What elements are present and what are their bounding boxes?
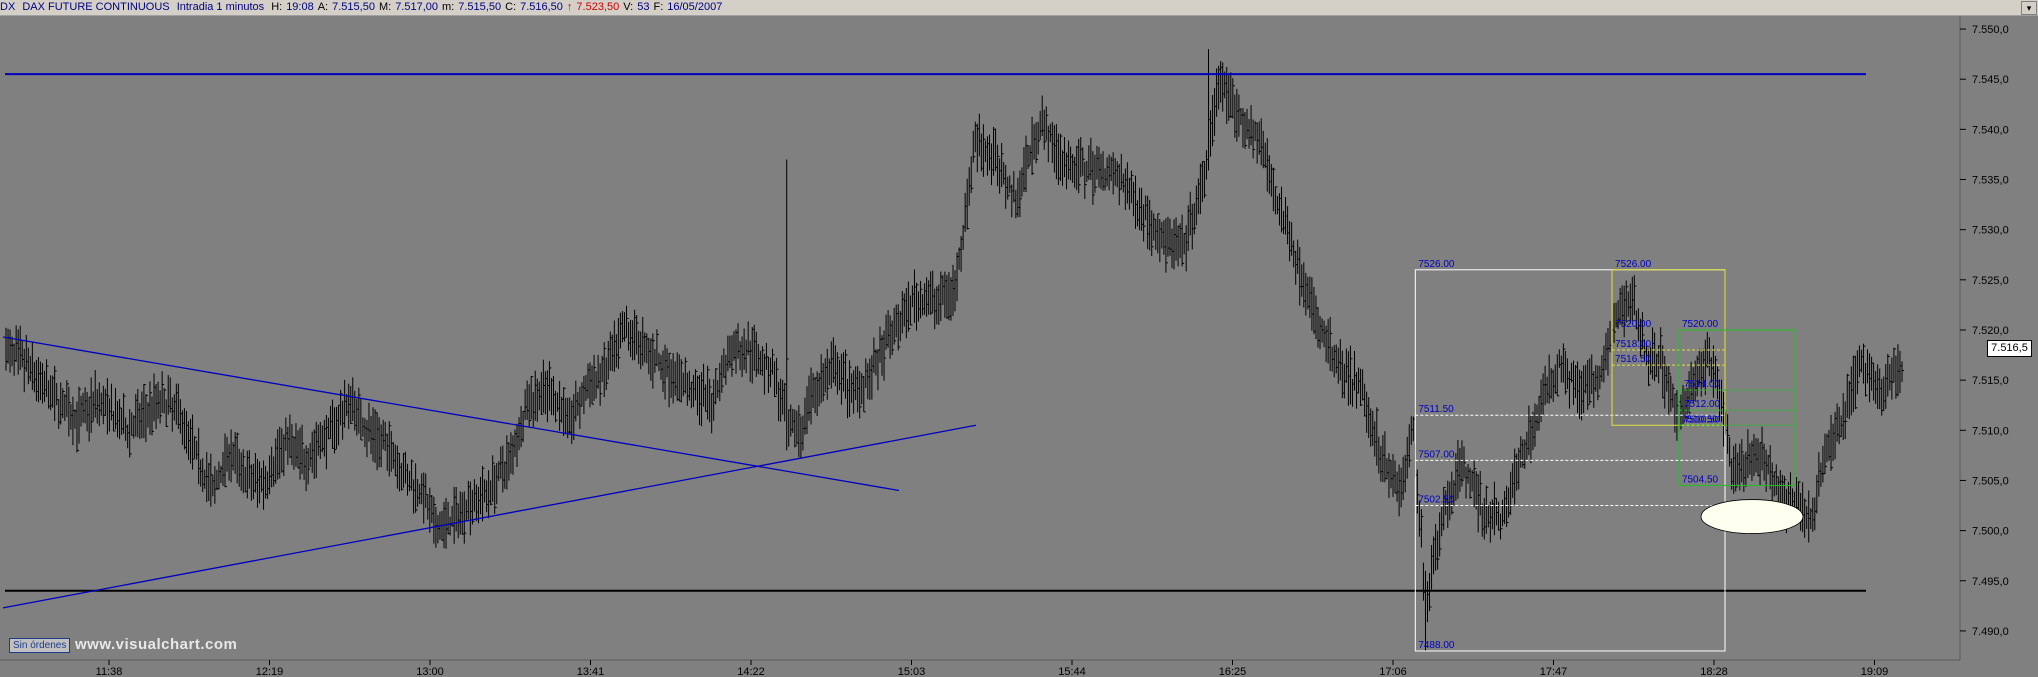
hdr-value: 19:08 — [286, 1, 314, 13]
y-tick-label: 7.505,0 — [1972, 475, 2009, 487]
y-tick-label: 7.495,0 — [1972, 576, 2009, 588]
hdr-value: 16/05/2007 — [667, 1, 723, 13]
hdr-change: 7.523,50 — [576, 1, 620, 13]
level-label: 7520.00 — [1682, 319, 1719, 330]
hdr-change: ↑ — [566, 1, 573, 13]
plot-background — [0, 15, 1960, 660]
x-tick-label: 13:41 — [577, 666, 605, 677]
level-label: 7507.00 — [1418, 449, 1455, 460]
chart-menu-button[interactable]: ▾ — [2021, 1, 2037, 15]
y-tick-label: 7.545,0 — [1972, 74, 2009, 86]
level-label: 7512.00 — [1684, 399, 1721, 410]
y-tick-label: 7.520,0 — [1972, 325, 2009, 337]
header-values: H: 19:08 A: 7.515,50 M: 7.517,00 m: 7.515,50 C: 7… — [271, 1, 726, 13]
y-tick-label: 7.510,0 — [1972, 425, 2009, 437]
hdr-key: F: — [653, 1, 664, 13]
y-tick-label: 7.540,0 — [1972, 124, 2009, 136]
y-tick-label: 7.500,0 — [1972, 526, 2009, 538]
x-tick-label: 18:28 — [1700, 666, 1728, 677]
hdr-value: 7.516,50 — [520, 1, 563, 13]
hdr-value: 7.515,50 — [332, 1, 375, 13]
hdr-key: M: — [378, 1, 392, 13]
y-tick-label: 7.490,0 — [1972, 626, 2009, 638]
y-tick-label: 7.550,0 — [1972, 24, 2009, 36]
price-axis-background — [1960, 15, 2038, 660]
y-tick-label: 7.530,0 — [1972, 225, 2009, 237]
hdr-value: 7.515,50 — [458, 1, 502, 13]
hdr-value: 53 — [637, 1, 650, 13]
instrument-name: DAX FUTURE CONTINUOUS — [22, 1, 170, 13]
hdr-key: V: — [623, 1, 634, 13]
y-tick-label: 7.515,0 — [1972, 375, 2009, 387]
current-price-tag: 7.516,5 — [1987, 340, 2032, 357]
level-label: 7488.00 — [1418, 640, 1455, 651]
x-tick-label: 17:06 — [1379, 666, 1407, 677]
highlight-ellipse — [1700, 499, 1804, 534]
hdr-key: A: — [317, 1, 329, 13]
x-tick-label: 15:03 — [898, 666, 926, 677]
level-label: 7510.50 — [1684, 414, 1721, 425]
level-label: 7514.00 — [1684, 379, 1721, 390]
time-axis-background — [0, 660, 2038, 677]
level-label: 7511.50 — [1418, 404, 1454, 415]
symbol-code: DX — [0, 1, 16, 13]
hdr-key: H: — [271, 1, 283, 13]
level-label: 7520.00 — [1615, 319, 1652, 330]
level-label: 7502.50 — [1418, 495, 1455, 506]
level-label: 7516.50 — [1615, 354, 1652, 365]
level-label: 7518.00 — [1615, 339, 1652, 350]
hdr-key: C: — [505, 1, 517, 13]
y-tick-label: 7.535,0 — [1972, 175, 2009, 187]
level-label: 7526.00 — [1418, 259, 1455, 270]
hdr-value: 7.517,00 — [395, 1, 439, 13]
chart-header: DX DAX FUTURE CONTINUOUS Intradia 1 minu… — [0, 0, 2038, 16]
level-label: 7504.50 — [1682, 474, 1719, 485]
level-label: 7526.00 — [1615, 259, 1652, 270]
orders-status[interactable]: Sin órdenes — [9, 638, 71, 653]
y-tick-label: 7.525,0 — [1972, 275, 2009, 287]
x-tick-label: 16:25 — [1219, 666, 1247, 677]
x-tick-label: 14:22 — [737, 666, 765, 677]
x-tick-label: 17:47 — [1540, 666, 1568, 677]
x-tick-label: 11:38 — [96, 666, 123, 677]
hdr-key: m: — [442, 1, 455, 13]
watermark: www.visualchart.com — [75, 636, 238, 653]
interval-label: Intradia 1 minutos — [176, 1, 265, 13]
x-tick-label: 12:19 — [256, 666, 284, 677]
x-tick-label: 15:44 — [1058, 666, 1086, 677]
x-tick-label: 13:00 — [416, 666, 444, 677]
price-chart: 7.490,0 7.495,0 7.500,0 7.505,0 7.510,0 7.515… — [0, 15, 2038, 677]
x-tick-label: 19:09 — [1861, 666, 1889, 677]
